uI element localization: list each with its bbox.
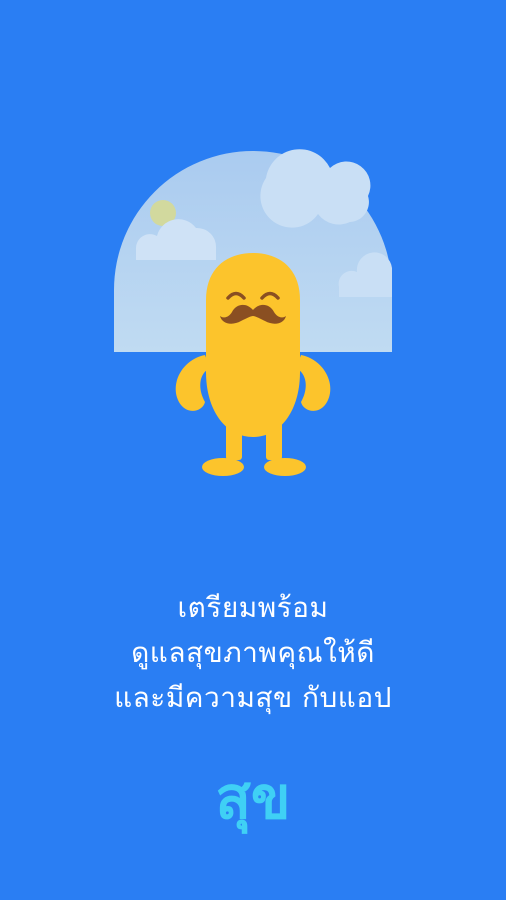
tagline-line-3: และมีความสุข กับแอป xyxy=(114,681,392,714)
app-logo-wordmark: สุข xyxy=(215,764,291,832)
mascot-illustration xyxy=(114,149,392,476)
tagline: เตรียมพร้อม ดูแลสุขภาพคุณให้ดี และมีความ… xyxy=(0,585,506,720)
splash-screen: เตรียมพร้อม ดูแลสุขภาพคุณให้ดี และมีความ… xyxy=(0,0,506,900)
tagline-line-2: ดูแลสุขภาพคุณให้ดี xyxy=(131,636,375,669)
cloud-icon xyxy=(260,149,371,228)
tagline-line-1: เตรียมพร้อม xyxy=(177,591,329,624)
